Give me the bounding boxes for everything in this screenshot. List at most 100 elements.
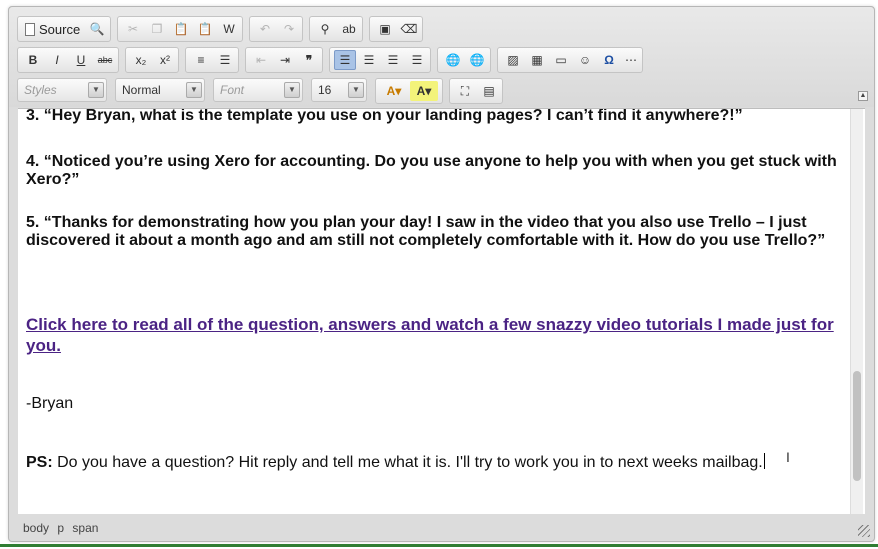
path-item-span[interactable]: span (72, 521, 98, 535)
smiley-icon: ☺ (578, 53, 592, 67)
copy-icon: ❐ (151, 22, 163, 36)
preview-button[interactable]: 🔍 (86, 19, 108, 39)
text-color-icon: A▾ (386, 84, 402, 98)
paste-text-button[interactable]: 📋 (194, 19, 216, 39)
toolbar: Source 🔍 ✂ ❐ 📋 📋 W ↶ ↷ ⚲ ab ▣ ⌫ B I U ab… (9, 7, 874, 107)
paste-word-button[interactable]: W (218, 19, 240, 39)
font-size-label: 16 (318, 83, 332, 97)
subscript-icon: x₂ (135, 53, 147, 67)
outdent-icon: ⇤ (255, 53, 267, 67)
rich-text-editor: Source 🔍 ✂ ❐ 📋 📋 W ↶ ↷ ⚲ ab ▣ ⌫ B I U ab… (8, 6, 875, 542)
horizontal-rule-icon: ▭ (555, 53, 567, 67)
scrollbar-thumb[interactable] (853, 371, 861, 481)
paste-text-icon: 📋 (197, 22, 213, 36)
chevron-down-icon[interactable]: ▼ (284, 82, 300, 98)
source-label: Source (39, 21, 81, 37)
paragraph-q4: 4. “Noticed you’re using Xero for accoun… (26, 153, 837, 188)
chevron-down-icon[interactable]: ▼ (186, 82, 202, 98)
bold-button[interactable]: B (22, 50, 44, 70)
select-all-button[interactable]: ▣ (374, 19, 396, 39)
bulleted-list-icon: ☰ (219, 53, 231, 67)
special-char-button[interactable]: Ω (598, 50, 620, 70)
horizontal-rule-button[interactable]: ▭ (550, 50, 572, 70)
replace-icon: ab (342, 22, 356, 36)
align-left-icon: ☰ (339, 53, 351, 67)
numbered-list-button[interactable]: ≡ (190, 50, 212, 70)
copy-button[interactable]: ❐ (146, 19, 168, 39)
scissors-icon: ✂ (127, 22, 139, 36)
ps-label: PS: (26, 454, 53, 471)
find-button[interactable]: ⚲ (314, 19, 336, 39)
align-group: ☰ ☰ ☰ ☰ (329, 47, 431, 73)
basic-styles-group: B I U abc (17, 47, 119, 73)
replace-button[interactable]: ab (338, 19, 360, 39)
cut-button[interactable]: ✂ (122, 19, 144, 39)
color-group: A▾ A▾ (375, 78, 443, 104)
path-item-body[interactable]: body (23, 521, 49, 535)
maximize-button[interactable]: ⛶ (454, 81, 476, 101)
chevron-down-icon[interactable]: ▼ (348, 82, 364, 98)
font-size-combo[interactable]: 16 ▼ (311, 78, 367, 102)
chevron-down-icon[interactable]: ▼ (88, 82, 104, 98)
table-button[interactable]: ▦ (526, 50, 548, 70)
bulleted-list-button[interactable]: ☰ (214, 50, 236, 70)
format-combo[interactable]: Normal ▼ (115, 78, 205, 102)
link-globe-icon: 🌐 (445, 53, 461, 67)
select-group: ▣ ⌫ (369, 16, 423, 42)
editor-content[interactable]: 3. “Hey Bryan, what is the template you … (18, 108, 865, 514)
align-right-icon: ☰ (387, 53, 399, 67)
show-blocks-button[interactable]: ▤ (478, 81, 500, 101)
unlink-icon: 🌐 (469, 53, 485, 67)
page-break-button[interactable]: ⋯ (620, 50, 642, 70)
redo-icon: ↷ (283, 22, 295, 36)
remove-format-button[interactable]: ⌫ (398, 19, 420, 39)
binoculars-icon: ⚲ (320, 22, 330, 36)
select-all-icon: ▣ (379, 22, 391, 36)
paste-button[interactable]: 📋 (170, 19, 192, 39)
bg-color-button[interactable]: A▾ (410, 81, 438, 101)
underline-icon: U (76, 53, 86, 67)
read-more-link[interactable]: Click here to read all of the question, … (26, 314, 846, 356)
align-center-icon: ☰ (363, 53, 375, 67)
undo-icon: ↶ (259, 22, 271, 36)
unlink-button[interactable]: 🌐 (466, 50, 488, 70)
align-center-button[interactable]: ☰ (358, 50, 380, 70)
superscript-button[interactable]: x² (154, 50, 176, 70)
preview-icon: 🔍 (89, 22, 105, 36)
paste-word-icon: W (223, 22, 235, 36)
collapse-toolbar-button[interactable]: ▲ (858, 91, 868, 101)
font-combo[interactable]: Font ▼ (213, 78, 303, 102)
italic-button[interactable]: I (46, 50, 68, 70)
bottom-rule (0, 544, 878, 547)
signoff: -Bryan (26, 395, 74, 412)
resize-handle-icon[interactable] (858, 525, 870, 537)
align-right-button[interactable]: ☰ (382, 50, 404, 70)
path-item-p[interactable]: p (57, 521, 64, 535)
element-path-bar: body p span (18, 515, 865, 541)
script-group: x₂ x² (125, 47, 179, 73)
show-blocks-icon: ▤ (483, 84, 495, 98)
find-group: ⚲ ab (309, 16, 363, 42)
redo-button[interactable]: ↷ (278, 19, 300, 39)
indent-icon: ⇥ (279, 53, 291, 67)
source-button[interactable]: Source (21, 19, 83, 39)
smiley-button[interactable]: ☺ (574, 50, 596, 70)
underline-button[interactable]: U (70, 50, 92, 70)
text-color-button[interactable]: A▾ (380, 81, 408, 101)
indent-button[interactable]: ⇥ (274, 50, 296, 70)
undo-button[interactable]: ↶ (254, 19, 276, 39)
image-button[interactable]: ▨ (502, 50, 524, 70)
vertical-scrollbar[interactable] (850, 109, 863, 514)
eraser-icon: ⌫ (400, 22, 418, 36)
link-button[interactable]: 🌐 (442, 50, 464, 70)
blockquote-button[interactable]: ❞ (298, 50, 320, 70)
tools-group: ⛶ ▤ (449, 78, 503, 104)
outdent-button[interactable]: ⇤ (250, 50, 272, 70)
align-left-button[interactable]: ☰ (334, 50, 356, 70)
indent-group: ⇤ ⇥ ❞ (245, 47, 323, 73)
subscript-button[interactable]: x₂ (130, 50, 152, 70)
justify-icon: ☰ (411, 53, 423, 67)
styles-combo[interactable]: Styles ▼ (17, 78, 107, 102)
justify-button[interactable]: ☰ (406, 50, 428, 70)
strike-button[interactable]: abc (94, 50, 116, 70)
